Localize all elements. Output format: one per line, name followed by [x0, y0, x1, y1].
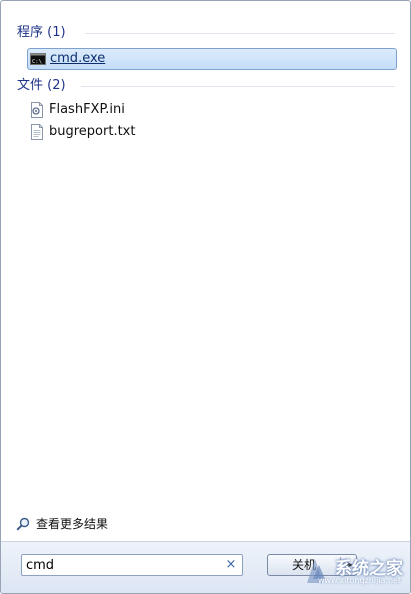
- start-menu-search-results: 程序 (1) C:\ cmd.exe 文件 (2) FlashFXP.ini b…: [0, 0, 411, 594]
- result-item-cmd[interactable]: C:\ cmd.exe: [27, 48, 397, 70]
- result-item-label: bugreport.txt: [49, 124, 136, 139]
- group-divider-programs: [85, 33, 395, 34]
- group-header-programs: 程序 (1): [17, 25, 66, 40]
- result-item-flashfxp-ini[interactable]: FlashFXP.ini: [27, 100, 397, 122]
- result-item-bugreport-txt[interactable]: bugreport.txt: [27, 122, 397, 144]
- clear-search-icon[interactable]: ×: [224, 556, 238, 574]
- group-divider-files: [81, 86, 395, 87]
- ini-settings-file-icon: [31, 102, 43, 118]
- group-header-files: 文件 (2): [17, 78, 66, 93]
- result-item-label: cmd.exe: [50, 51, 106, 66]
- text-file-icon: [31, 124, 43, 140]
- cmd-console-icon: C:\: [30, 53, 46, 65]
- see-more-results-label: 查看更多结果: [36, 517, 109, 531]
- search-magnifier-icon: [16, 517, 30, 531]
- result-item-label: FlashFXP.ini: [49, 102, 125, 117]
- svg-text:C:\: C:\: [32, 59, 42, 65]
- watermark-url-text: www.xitongzhijia.net: [318, 576, 402, 585]
- search-box[interactable]: ×: [21, 554, 243, 576]
- search-input[interactable]: [26, 556, 216, 574]
